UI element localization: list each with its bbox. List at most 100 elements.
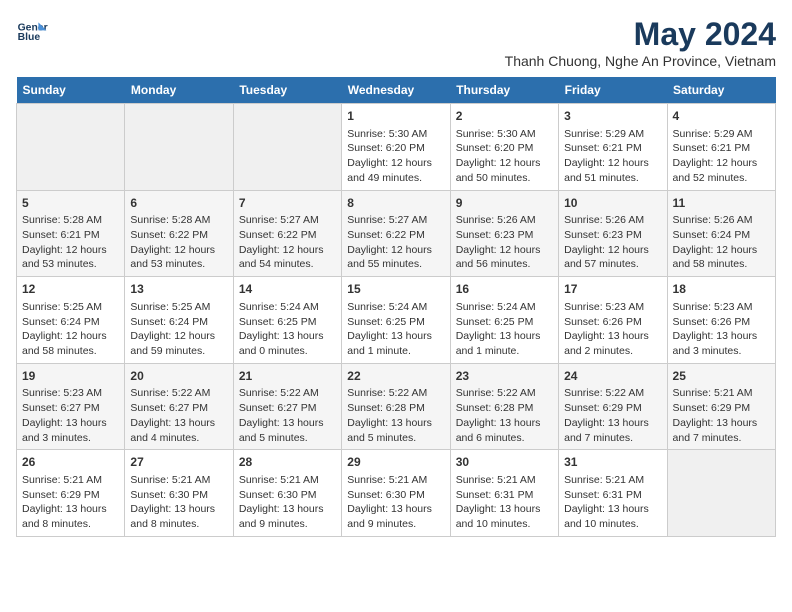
day-number: 16 — [456, 281, 553, 298]
day-info: Sunrise: 5:21 AM Sunset: 6:30 PM Dayligh… — [347, 473, 444, 532]
day-number: 31 — [564, 454, 661, 471]
weekday-header-thursday: Thursday — [450, 77, 558, 104]
day-number: 21 — [239, 368, 336, 385]
day-number: 24 — [564, 368, 661, 385]
calendar-cell: 1 Sunrise: 5:30 AM Sunset: 6:20 PM Daylig… — [342, 104, 450, 191]
day-info: Sunrise: 5:21 AM Sunset: 6:30 PM Dayligh… — [130, 473, 227, 532]
calendar-week-row: 26 Sunrise: 5:21 AM Sunset: 6:29 PM Dayli… — [17, 450, 776, 537]
calendar-subtitle: Thanh Chuong, Nghe An Province, Vietnam — [505, 53, 776, 69]
calendar-cell: 7Sunrise: 5:27 AM Sunset: 6:22 PM Daylig… — [233, 190, 341, 277]
day-info: Sunrise: 5:21 AM Sunset: 6:29 PM Dayligh… — [673, 386, 770, 445]
day-number: 20 — [130, 368, 227, 385]
calendar-cell: 29 Sunrise: 5:21 AM Sunset: 6:30 PM Dayli… — [342, 450, 450, 537]
day-info: Sunrise: 5:21 AM Sunset: 6:31 PM Dayligh… — [456, 473, 553, 532]
weekday-header-sunday: Sunday — [17, 77, 125, 104]
day-number: 29 — [347, 454, 444, 471]
day-number: 12 — [22, 281, 119, 298]
calendar-cell — [17, 104, 125, 191]
day-info: Sunrise: 5:23 AM Sunset: 6:27 PM Dayligh… — [22, 386, 119, 445]
calendar-cell: 3 Sunrise: 5:29 AM Sunset: 6:21 PM Daylig… — [559, 104, 667, 191]
weekday-header-row: SundayMondayTuesdayWednesdayThursdayFrid… — [17, 77, 776, 104]
day-info: Sunrise: 5:29 AM Sunset: 6:21 PM Dayligh… — [673, 127, 770, 186]
day-info: Sunrise: 5:26 AM Sunset: 6:24 PM Dayligh… — [673, 213, 770, 272]
calendar-cell: 30Sunrise: 5:21 AM Sunset: 6:31 PM Dayli… — [450, 450, 558, 537]
day-number: 5 — [22, 195, 119, 212]
day-number: 4 — [673, 108, 770, 125]
day-number: 27 — [130, 454, 227, 471]
weekday-header-saturday: Saturday — [667, 77, 775, 104]
calendar-week-row: 5Sunrise: 5:28 AM Sunset: 6:21 PM Daylig… — [17, 190, 776, 277]
day-info: Sunrise: 5:30 AM Sunset: 6:20 PM Dayligh… — [347, 127, 444, 186]
calendar-cell: 25Sunrise: 5:21 AM Sunset: 6:29 PM Dayli… — [667, 363, 775, 450]
day-info: Sunrise: 5:24 AM Sunset: 6:25 PM Dayligh… — [347, 300, 444, 359]
calendar-week-row: 12 Sunrise: 5:25 AM Sunset: 6:24 PM Dayli… — [17, 277, 776, 364]
day-number: 26 — [22, 454, 119, 471]
day-info: Sunrise: 5:28 AM Sunset: 6:21 PM Dayligh… — [22, 213, 119, 272]
day-number: 10 — [564, 195, 661, 212]
calendar-cell: 4 Sunrise: 5:29 AM Sunset: 6:21 PM Daylig… — [667, 104, 775, 191]
calendar-cell: 6Sunrise: 5:28 AM Sunset: 6:22 PM Daylig… — [125, 190, 233, 277]
day-info: Sunrise: 5:27 AM Sunset: 6:22 PM Dayligh… — [347, 213, 444, 272]
calendar-cell: 23Sunrise: 5:22 AM Sunset: 6:28 PM Dayli… — [450, 363, 558, 450]
day-info: Sunrise: 5:30 AM Sunset: 6:20 PM Dayligh… — [456, 127, 553, 186]
calendar-cell: 2 Sunrise: 5:30 AM Sunset: 6:20 PM Daylig… — [450, 104, 558, 191]
calendar-cell — [233, 104, 341, 191]
day-info: Sunrise: 5:29 AM Sunset: 6:21 PM Dayligh… — [564, 127, 661, 186]
calendar-cell: 26 Sunrise: 5:21 AM Sunset: 6:29 PM Dayli… — [17, 450, 125, 537]
calendar-cell: 11Sunrise: 5:26 AM Sunset: 6:24 PM Dayli… — [667, 190, 775, 277]
day-number: 7 — [239, 195, 336, 212]
calendar-cell — [125, 104, 233, 191]
calendar-cell: 8Sunrise: 5:27 AM Sunset: 6:22 PM Daylig… — [342, 190, 450, 277]
day-info: Sunrise: 5:27 AM Sunset: 6:22 PM Dayligh… — [239, 213, 336, 272]
day-info: Sunrise: 5:22 AM Sunset: 6:28 PM Dayligh… — [456, 386, 553, 445]
day-info: Sunrise: 5:26 AM Sunset: 6:23 PM Dayligh… — [456, 213, 553, 272]
day-number: 17 — [564, 281, 661, 298]
calendar-cell: 20Sunrise: 5:22 AM Sunset: 6:27 PM Dayli… — [125, 363, 233, 450]
day-number: 13 — [130, 281, 227, 298]
calendar-title: May 2024 — [505, 16, 776, 53]
day-number: 11 — [673, 195, 770, 212]
day-number: 6 — [130, 195, 227, 212]
title-section: May 2024 Thanh Chuong, Nghe An Province,… — [505, 16, 776, 69]
calendar-cell: 16Sunrise: 5:24 AM Sunset: 6:25 PM Dayli… — [450, 277, 558, 364]
day-number: 3 — [564, 108, 661, 125]
weekday-header-friday: Friday — [559, 77, 667, 104]
day-info: Sunrise: 5:22 AM Sunset: 6:27 PM Dayligh… — [239, 386, 336, 445]
day-info: Sunrise: 5:23 AM Sunset: 6:26 PM Dayligh… — [564, 300, 661, 359]
day-info: Sunrise: 5:23 AM Sunset: 6:26 PM Dayligh… — [673, 300, 770, 359]
calendar-cell: 13 Sunrise: 5:25 AM Sunset: 6:24 PM Dayli… — [125, 277, 233, 364]
calendar-cell — [667, 450, 775, 537]
day-info: Sunrise: 5:25 AM Sunset: 6:24 PM Dayligh… — [130, 300, 227, 359]
calendar-cell: 27 Sunrise: 5:21 AM Sunset: 6:30 PM Dayli… — [125, 450, 233, 537]
day-info: Sunrise: 5:22 AM Sunset: 6:29 PM Dayligh… — [564, 386, 661, 445]
day-number: 9 — [456, 195, 553, 212]
calendar-cell: 5Sunrise: 5:28 AM Sunset: 6:21 PM Daylig… — [17, 190, 125, 277]
calendar-cell: 24Sunrise: 5:22 AM Sunset: 6:29 PM Dayli… — [559, 363, 667, 450]
calendar-cell: 12 Sunrise: 5:25 AM Sunset: 6:24 PM Dayli… — [17, 277, 125, 364]
calendar-cell: 17 Sunrise: 5:23 AM Sunset: 6:26 PM Dayli… — [559, 277, 667, 364]
day-info: Sunrise: 5:26 AM Sunset: 6:23 PM Dayligh… — [564, 213, 661, 272]
day-info: Sunrise: 5:22 AM Sunset: 6:28 PM Dayligh… — [347, 386, 444, 445]
calendar-cell: 28Sunrise: 5:21 AM Sunset: 6:30 PM Dayli… — [233, 450, 341, 537]
day-number: 14 — [239, 281, 336, 298]
calendar-cell: 14Sunrise: 5:24 AM Sunset: 6:25 PM Dayli… — [233, 277, 341, 364]
svg-text:Blue: Blue — [18, 32, 41, 43]
day-number: 25 — [673, 368, 770, 385]
day-info: Sunrise: 5:25 AM Sunset: 6:24 PM Dayligh… — [22, 300, 119, 359]
calendar-cell: 18 Sunrise: 5:23 AM Sunset: 6:26 PM Dayli… — [667, 277, 775, 364]
day-number: 1 — [347, 108, 444, 125]
calendar-cell: 19Sunrise: 5:23 AM Sunset: 6:27 PM Dayli… — [17, 363, 125, 450]
day-number: 15 — [347, 281, 444, 298]
calendar-week-row: 1 Sunrise: 5:30 AM Sunset: 6:20 PM Daylig… — [17, 104, 776, 191]
day-info: Sunrise: 5:22 AM Sunset: 6:27 PM Dayligh… — [130, 386, 227, 445]
day-number: 2 — [456, 108, 553, 125]
logo-icon: General Blue — [16, 16, 48, 48]
day-number: 19 — [22, 368, 119, 385]
day-info: Sunrise: 5:21 AM Sunset: 6:30 PM Dayligh… — [239, 473, 336, 532]
day-number: 23 — [456, 368, 553, 385]
day-number: 18 — [673, 281, 770, 298]
day-info: Sunrise: 5:21 AM Sunset: 6:29 PM Dayligh… — [22, 473, 119, 532]
calendar-cell: 31Sunrise: 5:21 AM Sunset: 6:31 PM Dayli… — [559, 450, 667, 537]
calendar-cell: 22Sunrise: 5:22 AM Sunset: 6:28 PM Dayli… — [342, 363, 450, 450]
weekday-header-tuesday: Tuesday — [233, 77, 341, 104]
